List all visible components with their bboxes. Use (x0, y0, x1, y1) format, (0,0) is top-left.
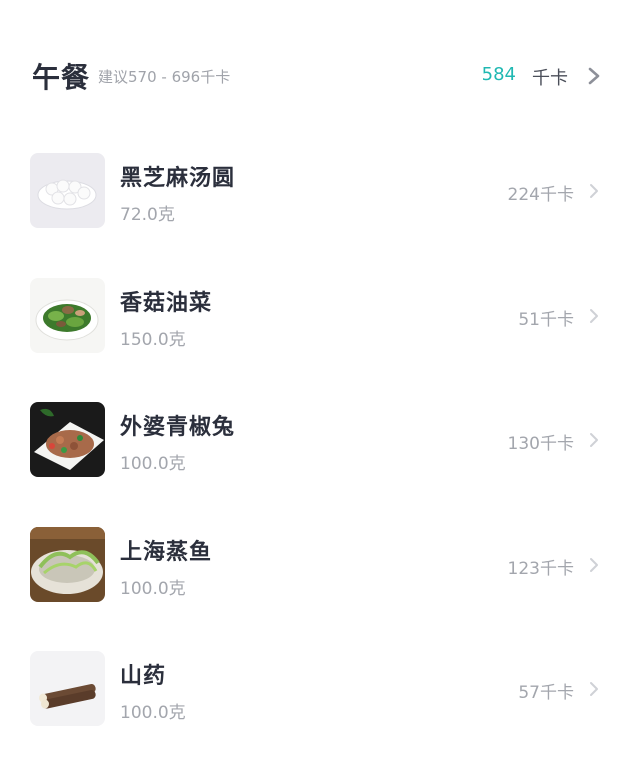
food-item[interactable]: 外婆青椒兔 100.0克 130千卡 (0, 389, 640, 514)
food-name: 外婆青椒兔 (120, 415, 236, 440)
diet-meal-page: 午餐 建议570 - 696千卡 584 千卡 黑芝麻汤圆 72.0克 224千… (0, 0, 640, 773)
food-kcal: 224千卡 (507, 185, 574, 205)
food-item[interactable]: 黑芝麻汤圆 72.0克 224千卡 (0, 140, 640, 265)
meal-header-lunch[interactable]: 午餐 建议570 - 696千卡 584 千卡 (0, 0, 640, 150)
pepper-rabbit-image (30, 402, 105, 477)
food-name: 上海蒸鱼 (120, 539, 213, 565)
food-item[interactable]: 香菇油菜 150.0克 51千卡 (0, 265, 640, 390)
food-weight: 72.0克 (120, 205, 175, 225)
chevron-right-icon (584, 430, 604, 450)
food-item[interactable]: 山药 100.0克 57千卡 (0, 638, 640, 763)
mushroom-greens-image (30, 277, 105, 353)
food-name: 香菇油菜 (120, 290, 213, 316)
food-weight: 100.0克 (120, 703, 186, 723)
chevron-right-icon (584, 679, 604, 699)
food-kcal: 123千卡 (507, 558, 574, 579)
yam-image (30, 651, 105, 726)
food-weight: 100.0克 (120, 454, 186, 474)
chevron-right-icon (584, 181, 604, 201)
chevron-right-icon (584, 555, 604, 575)
food-item[interactable]: 上海蒸鱼 100.0克 123千卡 (0, 514, 640, 639)
food-list: 黑芝麻汤圆 72.0克 224千卡 香菇油菜 150.0克 51千卡 外婆青椒兔… (0, 140, 640, 763)
food-name: 黑芝麻汤圆 (120, 166, 236, 191)
black-sesame-tangyuan-image (30, 153, 105, 228)
meal-title: 午餐 (32, 61, 91, 94)
food-kcal: 130千卡 (507, 434, 574, 454)
food-name: 山药 (120, 664, 167, 689)
meal-suggested-range: 建议570 - 696千卡 (98, 68, 231, 86)
chevron-right-icon (584, 66, 604, 86)
food-kcal: 57千卡 (518, 683, 574, 703)
food-weight: 150.0克 (120, 329, 186, 350)
meal-total-kcal: 584 (481, 64, 516, 85)
chevron-right-icon (584, 306, 604, 326)
food-kcal: 51千卡 (518, 309, 574, 330)
meal-kcal-unit: 千卡 (532, 68, 568, 89)
food-weight: 100.0克 (120, 578, 186, 599)
steamed-fish-image (30, 526, 105, 602)
